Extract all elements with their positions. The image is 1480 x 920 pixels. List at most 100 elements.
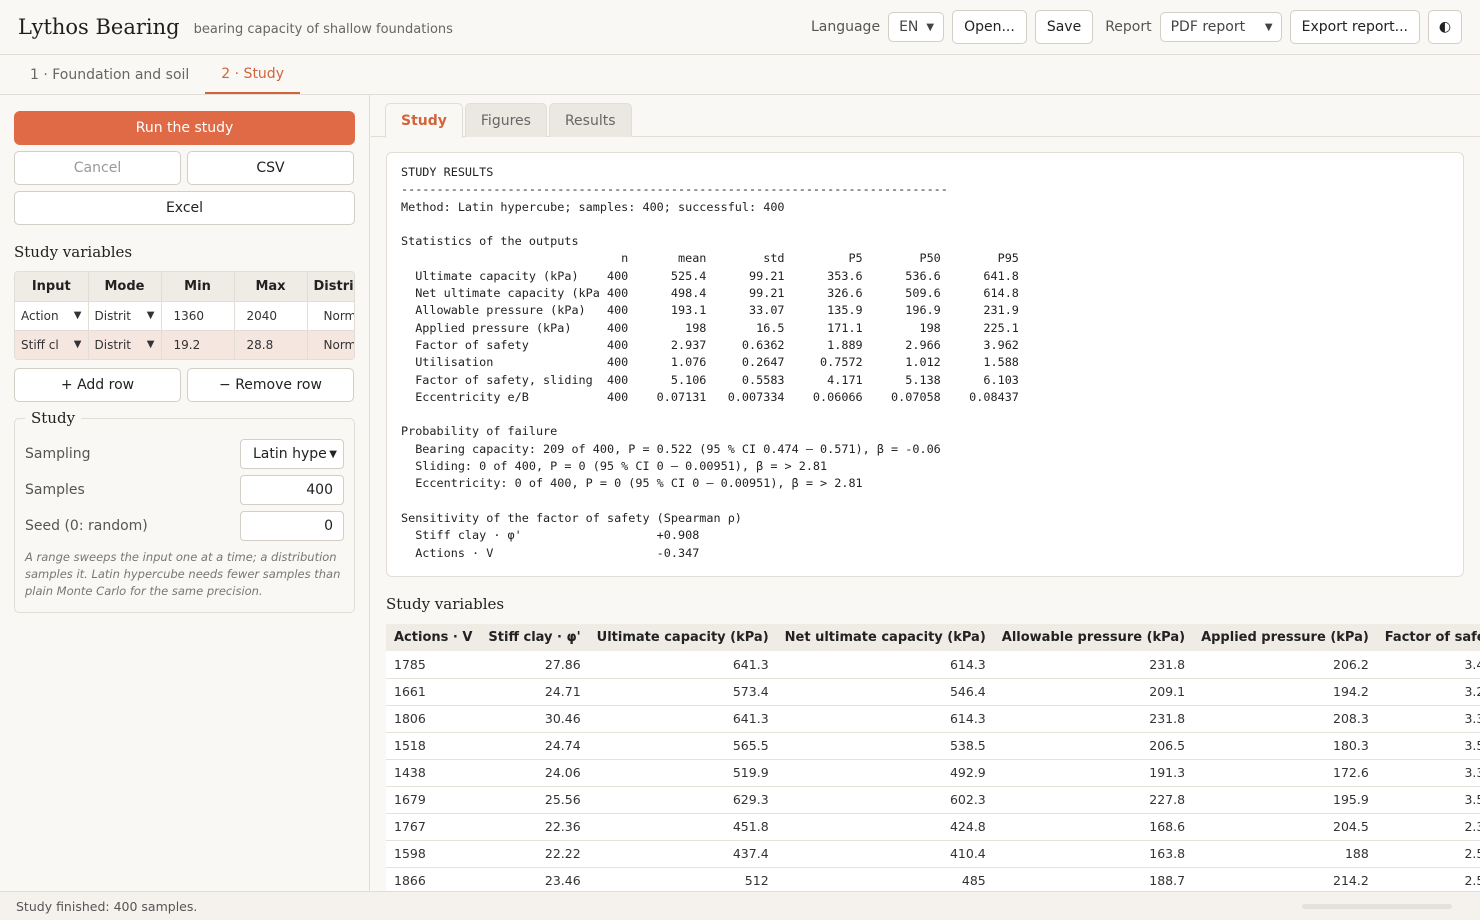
add-row-button[interactable]: + Add row xyxy=(14,368,181,402)
table-cell: 208.3 xyxy=(1193,705,1377,733)
column-header[interactable]: Stiff clay · φ' xyxy=(480,624,589,651)
table-cell: 512 xyxy=(588,867,777,891)
mode-select[interactable]: Distrit ▼ xyxy=(88,300,162,330)
column-header: Distrib xyxy=(307,272,354,301)
seed-input[interactable]: 0 xyxy=(240,511,344,541)
table-row[interactable]: 186623.46512485188.7214.22.591 xyxy=(386,867,1480,891)
min-cell[interactable]: 1360 xyxy=(161,300,235,330)
min-cell[interactable]: 19.2 xyxy=(161,329,235,359)
table-row[interactable]: 159822.22437.4410.4163.81882.549 xyxy=(386,840,1480,868)
table-cell: 22.36 xyxy=(480,813,589,841)
column-header[interactable]: Net ultimate capacity (kPa) xyxy=(776,624,994,651)
table-header-row: Input Mode Min Max Distrib xyxy=(15,272,354,301)
mode-select[interactable]: Distrit ▼ xyxy=(88,329,162,359)
table-row[interactable]: 167925.56629.3602.3227.8195.93.567 xyxy=(386,786,1480,814)
sampling-select[interactable]: Latin hype ▼ xyxy=(240,439,344,469)
table-cell: 206.2 xyxy=(1193,651,1377,679)
table-cell: 492.9 xyxy=(776,759,994,787)
table-cell: 3.384 xyxy=(1376,759,1480,787)
table-row[interactable]: Stiff cl ▼ Distrit ▼ 19.2 28.8 Norm xyxy=(15,329,354,359)
open-button[interactable]: Open... xyxy=(952,10,1027,44)
tab-figures[interactable]: Figures xyxy=(464,103,547,137)
study-variables-results-title: Study variables xyxy=(386,595,505,613)
table-cell: 172.6 xyxy=(1193,759,1377,787)
table-cell: 3.567 xyxy=(1376,786,1480,814)
table-cell: 1866 xyxy=(386,867,481,891)
run-study-button[interactable]: Run the study xyxy=(14,111,355,145)
remove-row-button[interactable]: − Remove row xyxy=(187,368,354,402)
samples-input[interactable]: 400 xyxy=(240,475,344,505)
table-cell: 188.7 xyxy=(993,867,1194,891)
table-row[interactable]: Action ▼ Distrit ▼ 1360 2040 Norm xyxy=(15,300,354,330)
cancel-button[interactable]: Cancel xyxy=(14,151,181,185)
save-button[interactable]: Save xyxy=(1034,10,1094,44)
table-cell: 231.8 xyxy=(993,651,1194,679)
theme-toggle-button[interactable]: ◐ xyxy=(1428,10,1462,44)
table-cell: 437.4 xyxy=(588,840,777,868)
study-variables-table: Input Mode Min Max Distrib Action▼ Distr… xyxy=(14,271,355,360)
table-cell: 1806 xyxy=(386,705,481,733)
csv-button[interactable]: CSV xyxy=(187,151,354,185)
table-cell: 180.3 xyxy=(1193,732,1377,760)
column-header[interactable]: Applied pressure (kPa) xyxy=(1193,624,1377,651)
tab-foundation-and-soil[interactable]: 1 · Foundation and soil xyxy=(14,55,205,94)
column-header[interactable]: Ultimate capacity (kPa) xyxy=(588,624,777,651)
table-cell: 3.428 xyxy=(1376,651,1480,679)
tab-study[interactable]: 2 · Study xyxy=(205,55,300,94)
left-panel: Run the study Cancel CSV Excel Study var… xyxy=(0,95,370,891)
max-cell[interactable]: 2040 xyxy=(234,300,308,330)
table-cell: 424.8 xyxy=(776,813,994,841)
table-cell: 1767 xyxy=(386,813,481,841)
table-cell: 30.46 xyxy=(480,705,589,733)
tab-study-results[interactable]: Study xyxy=(385,103,463,138)
max-cell[interactable]: 28.8 xyxy=(234,329,308,359)
chevron-down-icon: ▼ xyxy=(926,21,935,33)
report-select[interactable]: PDF report ▼ xyxy=(1159,12,1282,42)
app-subtitle: bearing capacity of shallow foundations xyxy=(193,21,453,37)
chevron-down-icon: ▼ xyxy=(329,448,337,460)
table-row[interactable]: 166124.71573.4546.4209.1194.23.269 xyxy=(386,678,1480,706)
table-cell: 209.1 xyxy=(993,678,1194,706)
table-row[interactable]: 178527.86641.3614.3231.8206.23.428 xyxy=(386,651,1480,679)
export-report-button[interactable]: Export report... xyxy=(1289,10,1420,44)
study-results-panel: STUDY RESULTS --------------------------… xyxy=(386,152,1464,577)
table-row[interactable]: 151824.74565.5538.5206.5180.33.512 xyxy=(386,732,1480,760)
table-cell: 451.8 xyxy=(588,813,777,841)
table-cell: 163.8 xyxy=(993,840,1194,868)
table-cell: 614.3 xyxy=(776,651,994,679)
column-header: Min xyxy=(161,272,235,301)
table-cell: 24.71 xyxy=(480,678,589,706)
column-header[interactable]: Allowable pressure (kPa) xyxy=(993,624,1194,651)
chevron-down-icon: ▼ xyxy=(1264,21,1273,33)
column-header[interactable]: Actions · V xyxy=(386,624,481,651)
table-cell: 546.4 xyxy=(776,678,994,706)
input-select[interactable]: Stiff cl ▼ xyxy=(15,329,89,359)
table-cell: 1438 xyxy=(386,759,481,787)
language-label: Language xyxy=(810,19,881,35)
table-cell: 24.74 xyxy=(480,732,589,760)
right-panel: Study Figures Results STUDY RESULTS ----… xyxy=(371,95,1480,891)
table-cell: 168.6 xyxy=(993,813,1194,841)
sub-tabs: Study Figures Results xyxy=(371,95,1480,138)
table-row[interactable]: 176722.36451.8424.8168.6204.52.394 xyxy=(386,813,1480,841)
study-legend: Study xyxy=(25,409,82,427)
sampling-value: Latin hype xyxy=(253,446,327,462)
table-cell: 27.86 xyxy=(480,651,589,679)
study-settings: Study Sampling Latin hype ▼ Samples 400 … xyxy=(14,409,355,613)
study-hint: A range sweeps the input one at a time; … xyxy=(25,550,341,598)
table-cell: 602.3 xyxy=(776,786,994,814)
samples-label: Samples xyxy=(25,482,85,498)
tab-results[interactable]: Results xyxy=(548,103,632,137)
distribution-cell[interactable]: Norm xyxy=(307,329,354,359)
table-row[interactable]: 143824.06519.9492.9191.3172.63.384 xyxy=(386,759,1480,787)
table-cell: 1598 xyxy=(386,840,481,868)
table-row[interactable]: 180630.46641.3614.3231.8208.33.388 xyxy=(386,705,1480,733)
distribution-cell[interactable]: Norm xyxy=(307,300,354,330)
input-select[interactable]: Action ▼ xyxy=(15,300,89,330)
column-header[interactable]: Factor of safety xyxy=(1376,624,1480,651)
excel-button[interactable]: Excel xyxy=(14,191,355,225)
language-select[interactable]: EN ▼ xyxy=(888,12,945,42)
horizontal-scrollbar[interactable] xyxy=(1302,904,1452,909)
table-cell: 2.591 xyxy=(1376,867,1480,891)
header-toolbar: Language EN ▼ Open... Save Report PDF re… xyxy=(807,10,1462,44)
